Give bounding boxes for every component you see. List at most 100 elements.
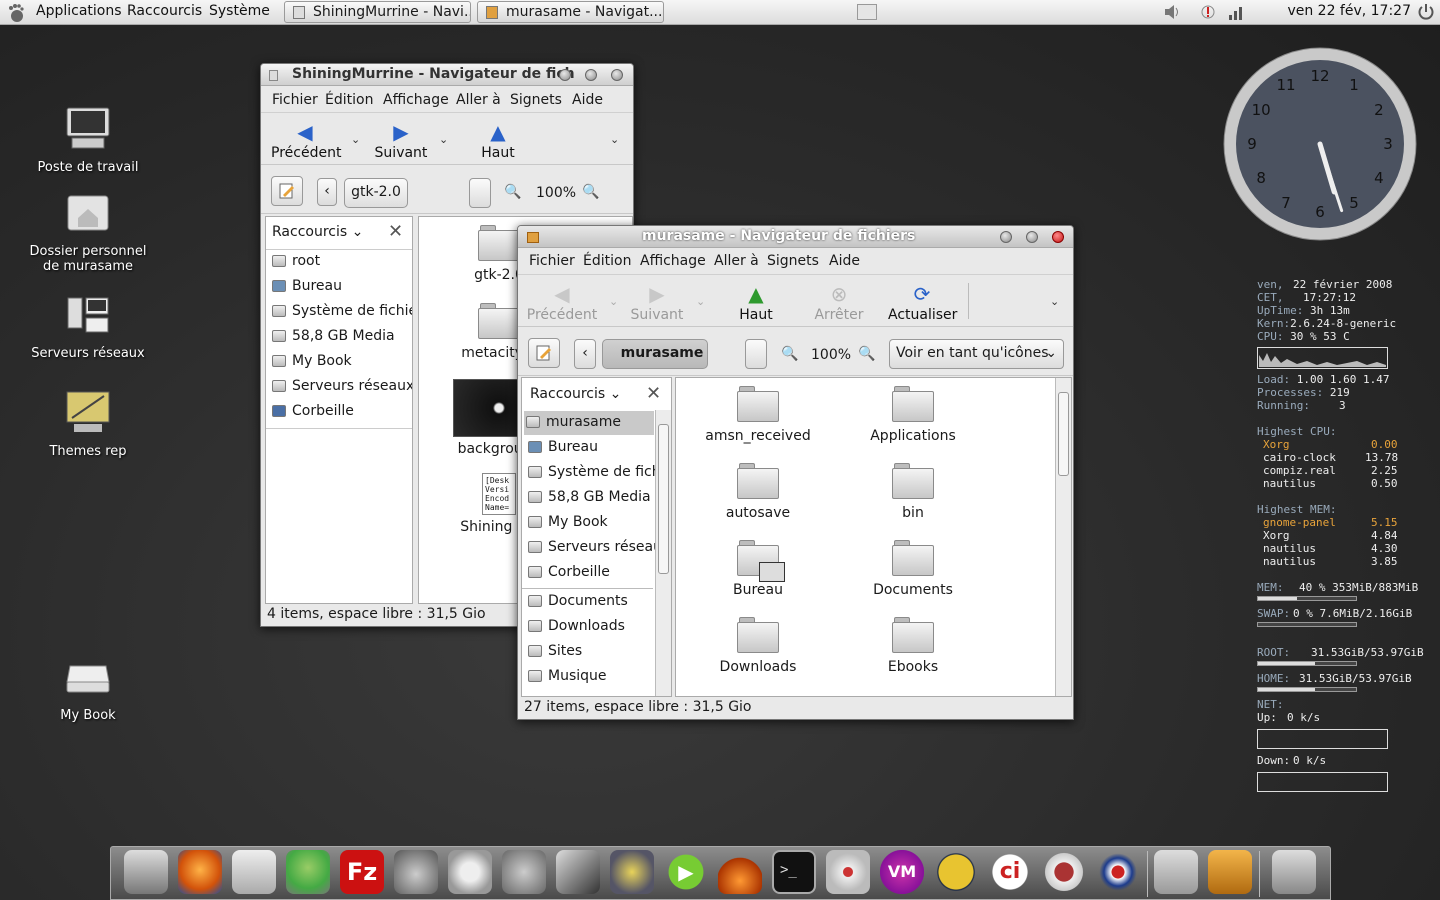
sidebar-bookmark-sites[interactable]: Sites [526, 640, 582, 664]
up-button[interactable]: ▲ Haut [478, 121, 518, 161]
sidebar-bookmark-documents[interactable]: Documents [526, 590, 628, 614]
inkscape-icon[interactable] [556, 850, 600, 894]
zoom-out-icon[interactable]: 🔍 [781, 346, 798, 362]
drop-icon[interactable] [394, 850, 438, 894]
chevron-down-icon[interactable]: ⌄ [696, 295, 705, 308]
cd-icon[interactable] [826, 850, 870, 894]
zoom-out-icon[interactable]: 🔍 [504, 184, 521, 200]
pidgin-icon[interactable] [286, 850, 330, 894]
forward-button[interactable]: ▶ Suivant [371, 121, 431, 161]
menu-aide[interactable]: Aide [572, 92, 603, 108]
sidebar-item-bureau[interactable]: Bureau [526, 436, 598, 460]
menu-aller-a[interactable]: Aller à [714, 253, 759, 269]
close-button[interactable] [611, 69, 623, 81]
edit-location-button[interactable] [528, 338, 560, 368]
path-scroll-handle[interactable] [745, 339, 767, 369]
gnome-foot-icon[interactable] [6, 3, 26, 23]
taskbar-button-shiningmurrine[interactable]: ShiningMurrine - Navi... [284, 1, 471, 23]
titlebar[interactable]: ShiningMurrine - Navigateur de fich [261, 64, 633, 86]
chevron-down-icon[interactable]: ⌄ [609, 295, 618, 308]
menu-signets[interactable]: Signets [767, 253, 819, 269]
sidebar-bookmark-downloads[interactable]: Downloads [526, 615, 625, 639]
file-item-ebooks[interactable]: Ebooks [843, 617, 983, 675]
sidebar-item-serveurs-reseaux[interactable]: Serveurs réseaux [526, 536, 670, 560]
firefox-icon[interactable] [178, 850, 222, 894]
play-icon[interactable]: ▶ [664, 850, 708, 894]
file-item-bin[interactable]: bin [843, 463, 983, 521]
desktop-icon-poste-de-travail[interactable]: Poste de travail [23, 106, 153, 175]
menu-edition[interactable]: Édition [325, 92, 373, 108]
close-sidebar-icon[interactable]: ✕ [388, 221, 403, 242]
sidebar-item-corbeille[interactable]: Corbeille [526, 561, 610, 585]
back-button[interactable]: ◀ Précédent [526, 283, 598, 323]
path-button-murasame[interactable]: murasame [602, 339, 708, 369]
panel-clock[interactable]: ven 22 fév, 17:27 [1287, 3, 1411, 19]
menu-fichier[interactable]: Fichier [529, 253, 575, 269]
computer-icon[interactable] [124, 850, 168, 894]
sidebar-bookmark-musique[interactable]: Musique [526, 665, 607, 689]
gimp-icon[interactable] [502, 850, 546, 894]
filezilla-icon[interactable]: Fz [340, 850, 384, 894]
minimize-button[interactable] [559, 69, 571, 81]
zoom-in-icon[interactable]: 🔍 [582, 184, 599, 200]
globe-icon[interactable] [610, 850, 654, 894]
sidebar-item-root[interactable]: root [270, 250, 320, 274]
menu-affichage[interactable]: Affichage [383, 92, 449, 108]
edit-location-button[interactable] [271, 176, 303, 206]
up-button[interactable]: ▲ Haut [736, 283, 776, 323]
path-button-gtk[interactable]: gtk-2.0 [344, 178, 408, 208]
violin-icon[interactable] [1042, 850, 1086, 894]
menu-edition[interactable]: Édition [583, 253, 631, 269]
sidebar-item-bureau[interactable]: Bureau [270, 275, 342, 299]
desktop-icon-dossier-personnel[interactable]: Dossier personnel de murasame [23, 190, 153, 274]
forward-button[interactable]: ▶ Suivant [629, 283, 685, 323]
menu-fichier[interactable]: Fichier [272, 92, 318, 108]
file-item-bureau[interactable]: Bureau [688, 540, 828, 598]
settings-wheel-icon[interactable] [448, 850, 492, 894]
file-item-downloads[interactable]: Downloads [688, 617, 828, 675]
sidebar-scrollbar[interactable] [655, 410, 671, 696]
view-mode-select[interactable]: Voir en tant qu'icônes ⌄ [889, 339, 1064, 369]
sidebar-item-systeme-de-fichiers[interactable]: Système de fichi [526, 461, 665, 485]
sidebar-item-media[interactable]: 58,8 GB Media [526, 486, 651, 510]
chevron-down-icon[interactable]: ⌄ [439, 133, 448, 146]
sidebar-item-murasame[interactable]: murasame [524, 411, 654, 435]
path-scroll-handle[interactable] [469, 178, 491, 208]
taskbar-button-murasame[interactable]: murasame - Navigat... [477, 1, 664, 23]
terminal-icon[interactable]: >_ [772, 850, 816, 894]
toolbar-overflow-icon[interactable]: ⌄ [610, 133, 619, 146]
menu-systeme[interactable]: Système [209, 3, 270, 19]
sidebar-item-serveurs-reseaux[interactable]: Serveurs réseaux [270, 375, 412, 399]
sidebar-item-media[interactable]: 58,8 GB Media [270, 325, 395, 349]
sidebar-item-my-book[interactable]: My Book [526, 511, 608, 535]
desktop-icon-my-book[interactable]: My Book [23, 654, 153, 723]
volume-icon[interactable] [1163, 4, 1181, 20]
sidebar-item-systeme-de-fichiers[interactable]: Système de fichiers [270, 300, 412, 324]
trash-icon[interactable] [1272, 850, 1316, 894]
network-signal-icon[interactable] [1228, 3, 1246, 21]
sidebar-header[interactable]: Raccourcis ⌄ [530, 386, 621, 402]
file-item-documents[interactable]: Documents [843, 540, 983, 598]
uk-flag-icon[interactable] [1096, 850, 1140, 894]
sidebar-header[interactable]: Raccourcis ⌄ [272, 224, 363, 240]
menu-aide[interactable]: Aide [829, 253, 860, 269]
desktop-icon-serveurs-reseaux[interactable]: Serveurs réseaux [23, 292, 153, 361]
zoom-in-icon[interactable]: 🔍 [858, 346, 875, 362]
maximize-button[interactable] [1026, 231, 1038, 243]
close-sidebar-icon[interactable]: ✕ [646, 383, 661, 404]
path-prev-button[interactable]: ‹ [317, 178, 337, 206]
ci-icon[interactable]: ci [988, 850, 1032, 894]
network-icon[interactable] [934, 850, 978, 894]
menu-applications[interactable]: Applications [36, 3, 122, 19]
chevron-down-icon[interactable]: ⌄ [351, 133, 360, 146]
filing-cabinet-icon[interactable] [1154, 850, 1198, 894]
back-button[interactable]: ◀ Précédent [271, 121, 341, 161]
fire-icon[interactable] [718, 850, 762, 894]
power-icon[interactable] [1417, 3, 1435, 21]
mail-clock-icon[interactable] [232, 850, 276, 894]
reload-button[interactable]: ⟳ Actualiser [888, 283, 957, 323]
stop-button[interactable]: ⊗ Arrêter [811, 283, 867, 323]
menu-raccourcis[interactable]: Raccourcis [127, 3, 202, 19]
maximize-button[interactable] [585, 69, 597, 81]
sidebar-item-my-book[interactable]: My Book [270, 350, 352, 374]
